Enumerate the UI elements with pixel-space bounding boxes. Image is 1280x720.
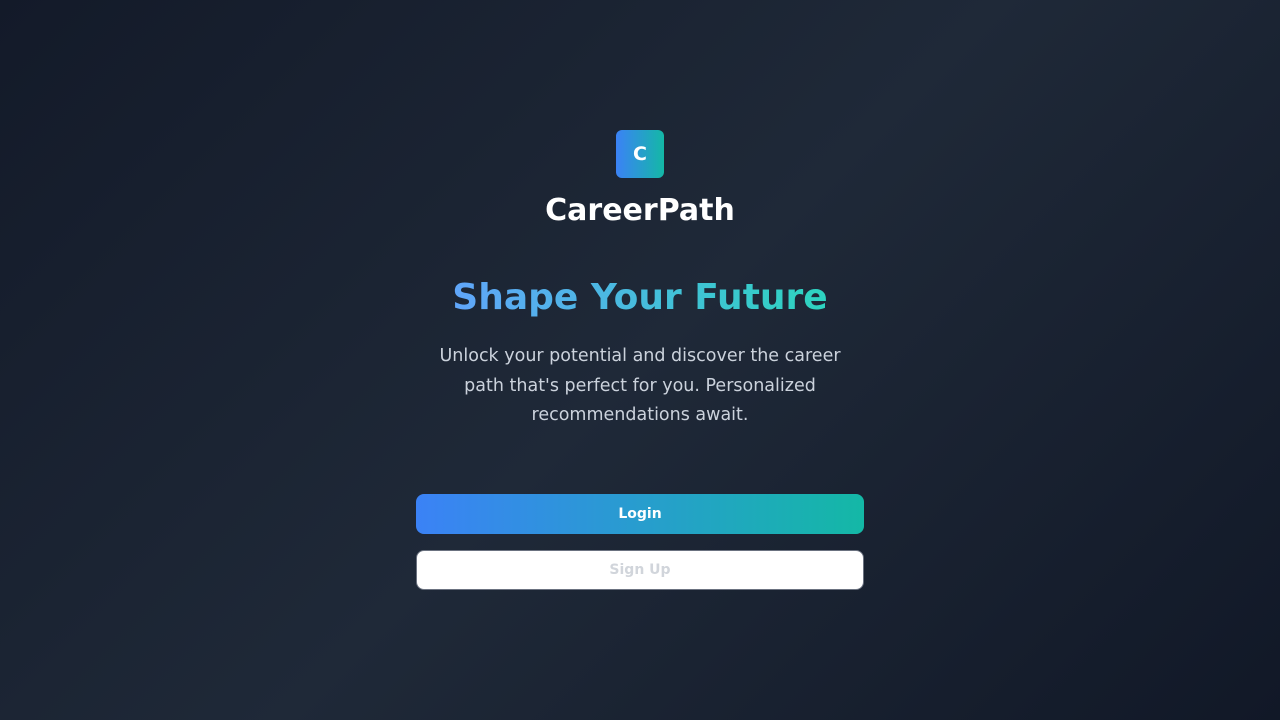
app-name: CareerPath <box>545 193 735 228</box>
hero-headline-text: Shape Your Future <box>452 277 828 318</box>
signup-button[interactable]: Sign Up <box>416 550 864 590</box>
app-logo: C <box>616 130 664 178</box>
logo-letter: C <box>633 143 647 165</box>
login-button[interactable]: Login <box>416 494 864 534</box>
welcome-screen: C CareerPath Shape Your Future Unlock yo… <box>0 0 1280 720</box>
hero-headline: Shape Your Future <box>0 276 1280 320</box>
hero-tagline: Unlock your potential and discover the c… <box>439 346 841 425</box>
signup-button-label: Sign Up <box>609 562 671 578</box>
login-button-label: Login <box>618 506 662 522</box>
